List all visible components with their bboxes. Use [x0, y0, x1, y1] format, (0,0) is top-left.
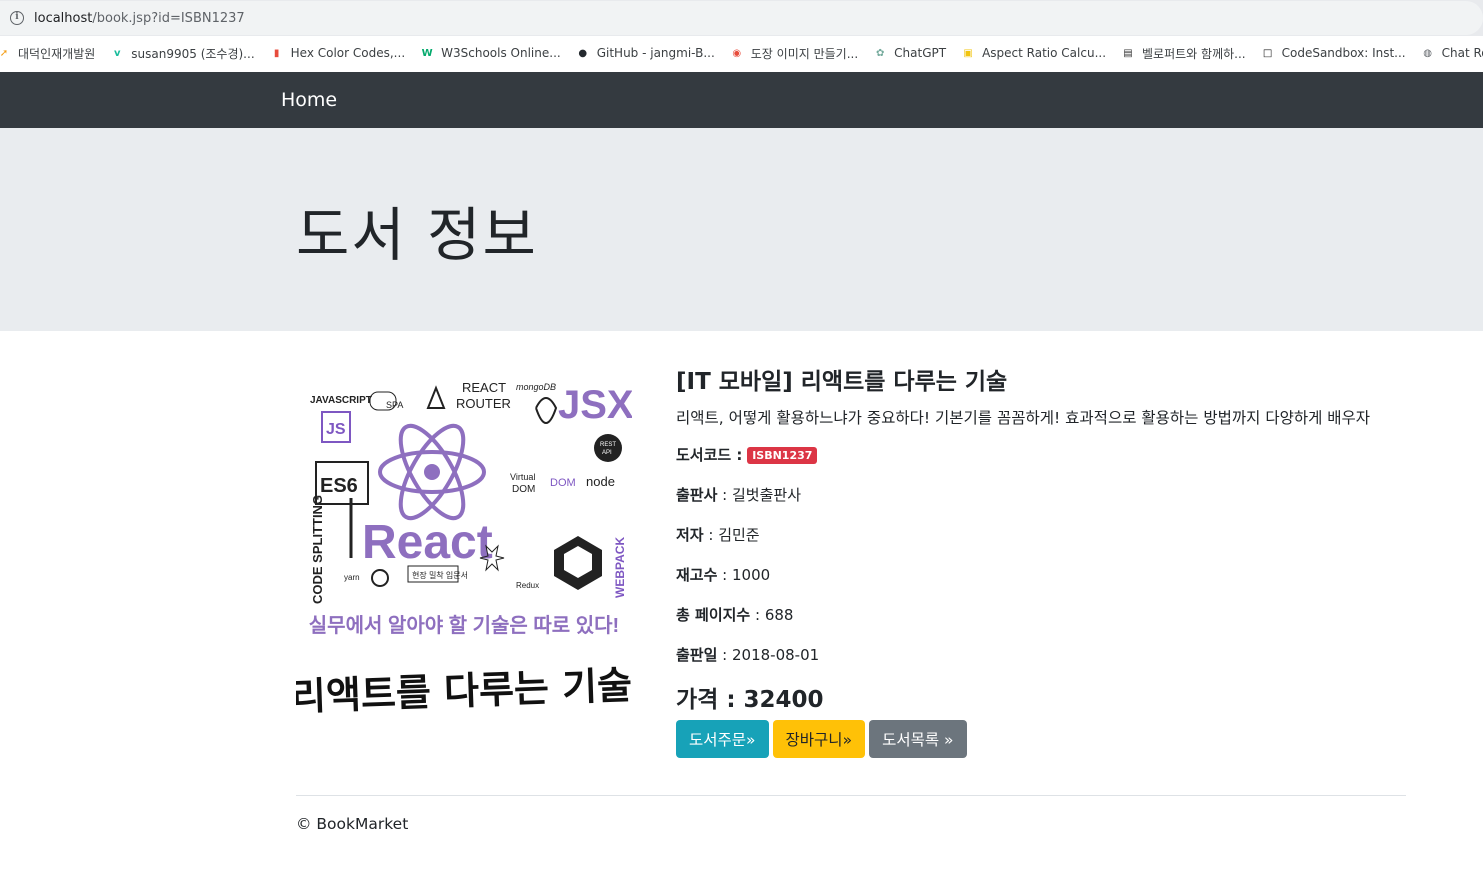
sandbox-icon: □	[1262, 47, 1273, 59]
svg-text:Virtual: Virtual	[510, 472, 535, 482]
bookmark-item[interactable]: ▣ Aspect Ratio Calcu...	[960, 45, 1106, 61]
copyright-text: © BookMarket	[296, 815, 409, 833]
footer: © BookMarket	[296, 815, 408, 833]
bookmarks-bar: ➚ 대덕인재개발원 v susan9905 (조수경)... ▮ Hex Color Co…	[0, 36, 1483, 70]
svg-text:ES6: ES6	[320, 475, 358, 497]
svg-text:CODE SPLITTING: CODE SPLITTING	[310, 495, 325, 604]
bookmark-label: 도장 이미지 만들기...	[750, 46, 859, 61]
svg-text:ROUTER: ROUTER	[456, 396, 511, 411]
book-list-button[interactable]: 도서목록 »	[869, 720, 967, 758]
stock-label: 재고수	[676, 566, 718, 584]
order-button[interactable]: 도서주문»	[676, 720, 769, 758]
svg-text:mongoDB: mongoDB	[516, 382, 556, 392]
svg-text:REACT: REACT	[462, 380, 506, 395]
bookmark-label: ChatGPT	[894, 46, 947, 60]
bookmark-label: 대덕인재개발원	[18, 46, 96, 61]
url-host: localhost	[34, 10, 93, 26]
svg-text:JS: JS	[326, 421, 346, 438]
price: 가격 : 32400	[676, 680, 1408, 714]
bookmark-item[interactable]: v susan9905 (조수경)...	[109, 45, 255, 62]
svg-text:DOM: DOM	[550, 477, 576, 489]
book-info: [IT 모바일] 리액트를 다루는 기술 리액트, 어떻게 활용하느냐가 중요하…	[676, 362, 1408, 758]
release-date-row: 출판일 : 2018-08-01	[676, 644, 1408, 665]
svg-text:API: API	[602, 450, 612, 456]
pages-label: 총 페이지수	[676, 606, 751, 624]
arrow-icon: ➚	[0, 47, 9, 59]
author-row: 저자 : 김민준	[676, 524, 1408, 545]
book-code-badge: ISBN1237	[747, 447, 818, 464]
palette-icon: ▮	[273, 47, 280, 59]
bookmark-label: 벨로퍼트와 함께하...	[1142, 46, 1246, 61]
book-name: [IT 모바일] 리액트를 다루는 기술	[676, 369, 1008, 395]
bookmark-item[interactable]: W W3Schools Online...	[419, 45, 561, 61]
author-value: : 김민준	[703, 526, 760, 544]
book-cover-image: JAVASCRIPT SPA REACT ROUTER mongoDB JSX …	[290, 368, 634, 738]
bookmark-label: GitHub - jangmi-B...	[596, 46, 715, 60]
book-description: 리액트, 어떻게 활용하느냐가 중요하다! 기본기를 꼼꼼하게! 효과적으로 활…	[676, 409, 1371, 427]
github-icon: ●	[578, 47, 588, 59]
bookmark-item[interactable]: ▮ Hex Color Codes,...	[269, 45, 406, 61]
book-icon: ▤	[1123, 47, 1133, 59]
svg-text:DOM: DOM	[512, 484, 535, 495]
bookmark-label: Aspect Ratio Calcu...	[982, 46, 1107, 60]
svg-text:Redux: Redux	[516, 581, 539, 590]
svg-text:node: node	[586, 474, 615, 489]
bookmark-item[interactable]: ✿ ChatGPT	[872, 45, 946, 61]
book-code-row: 도서코드 : ISBN1237	[676, 444, 1408, 465]
svg-text:yarn: yarn	[344, 573, 360, 582]
release-date-value: : 2018-08-01	[717, 646, 820, 664]
bookmark-label: W3Schools Online...	[441, 46, 561, 60]
svg-text:React: React	[362, 516, 493, 569]
stock-row: 재고수 : 1000	[676, 564, 1408, 585]
w3-icon: W	[421, 47, 433, 59]
bookmark-item[interactable]: ● GitHub - jangmi-B...	[575, 45, 715, 61]
bookmark-item[interactable]: ◉ 도장 이미지 만들기...	[729, 45, 858, 62]
publisher-label: 출판사	[676, 486, 718, 504]
jumbotron: 도서 정보	[0, 128, 1483, 331]
release-date-label: 출판일	[676, 646, 718, 664]
svg-text:JAVASCRIPT: JAVASCRIPT	[310, 395, 372, 406]
aspect-icon: ▣	[963, 47, 973, 59]
bookmark-label: susan9905 (조수경)...	[131, 46, 255, 61]
bookmark-label: Chat Roor	[1441, 46, 1483, 60]
publisher-value: : 길벗출판사	[717, 486, 801, 504]
bookmark-item[interactable]: ➚ 대덕인재개발원	[0, 45, 95, 62]
v-icon: v	[114, 47, 121, 59]
cart-button[interactable]: 장바구니»	[772, 720, 866, 758]
stamp-icon: ◉	[732, 47, 742, 59]
url-field[interactable]: i localhost/book.jsp?id=ISBN1237	[0, 1, 1483, 35]
price-label: 가격 :	[676, 687, 744, 713]
svg-text:리액트를 다루는 기술: 리액트를 다루는 기술	[296, 663, 632, 719]
bookmark-label: Hex Color Codes,...	[290, 46, 406, 60]
browser-address-bar: i localhost/book.jsp?id=ISBN1237	[0, 0, 1483, 36]
bookmark-item[interactable]: □ CodeSandbox: Inst...	[1260, 45, 1406, 61]
page-title: 도서 정보	[296, 201, 538, 269]
svg-text:JSX: JSX	[558, 383, 632, 427]
site-info-icon[interactable]: i	[10, 11, 24, 25]
svg-text:WEBPACK: WEBPACK	[613, 537, 627, 598]
svg-text:실무에서 알아야 할 기술은 따로 있다!: 실무에서 알아야 할 기술은 따로 있다!	[309, 614, 619, 637]
globe-icon: ◍	[1423, 47, 1432, 59]
svg-text:REST: REST	[600, 442, 616, 448]
pages-row: 총 페이지수 : 688	[676, 604, 1408, 625]
bookmark-item[interactable]: ◍ Chat Roor	[1420, 45, 1483, 61]
svg-text:SPA: SPA	[386, 400, 403, 410]
author-label: 저자	[676, 526, 704, 544]
chatgpt-icon: ✿	[875, 47, 885, 59]
bookmark-label: CodeSandbox: Inst...	[1281, 46, 1406, 60]
navbar: Home	[0, 72, 1483, 128]
publisher-row: 출판사 : 길벗출판사	[676, 484, 1408, 505]
pages-value: : 688	[750, 606, 794, 624]
svg-text:현장 밀착 입문서: 현장 밀착 입문서	[412, 570, 468, 580]
footer-divider	[296, 795, 1406, 796]
url-path: /book.jsp?id=ISBN1237	[92, 10, 245, 26]
bookmark-item[interactable]: ▤ 벨로퍼트와 함께하...	[1120, 45, 1246, 62]
price-value: 32400	[743, 687, 824, 713]
home-link[interactable]: Home	[281, 89, 337, 111]
url-text[interactable]: localhost/book.jsp?id=ISBN1237	[34, 11, 245, 26]
stock-value: : 1000	[717, 566, 771, 584]
action-buttons: 도서주문» 장바구니» 도서목록 »	[676, 720, 1408, 758]
book-code-label: 도서코드 :	[676, 446, 743, 464]
